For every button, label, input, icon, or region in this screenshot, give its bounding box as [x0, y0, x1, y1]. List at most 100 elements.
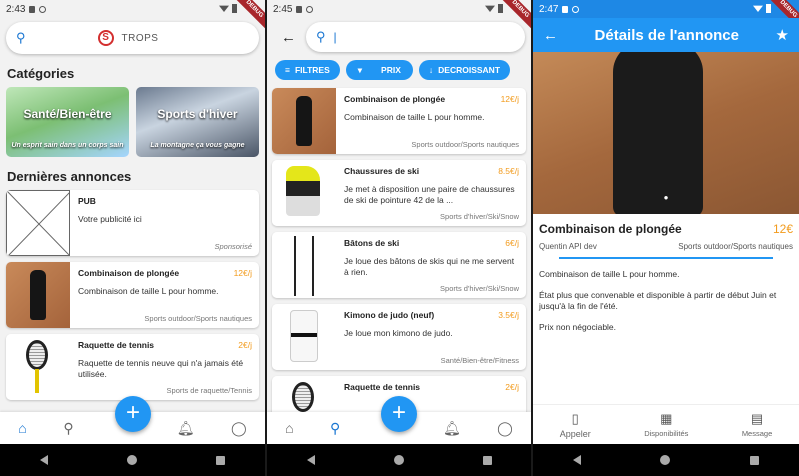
wifi-icon — [219, 5, 229, 12]
recents-icon[interactable] — [750, 455, 760, 465]
result-card[interactable]: Chaussures de ski 8.5€/j Je met à dispos… — [272, 160, 526, 226]
ad-category: Sports outdoor/Sports nautiques — [411, 140, 519, 149]
filter-button[interactable]: ≡ FILTRES — [275, 60, 340, 80]
back-icon[interactable] — [39, 455, 48, 465]
back-arrow-icon[interactable]: ← — [281, 29, 296, 46]
ad-title: Kimono de judo (neuf) — [344, 310, 435, 320]
category-card-sports-hiver[interactable]: Sports d'hiver La montagne ça vous gagne — [136, 87, 259, 157]
chip-label: PRIX — [381, 65, 401, 75]
ad-price: 2€/j — [505, 382, 519, 392]
ad-price: 3.5€/j — [498, 310, 519, 320]
result-card[interactable]: Bâtons de ski 6€/j Je loue des bâtons de… — [272, 232, 526, 298]
ad-desc: Raquette de tennis neuve qui n'a jamais … — [78, 358, 244, 380]
sd-card-icon — [296, 5, 303, 13]
back-icon[interactable] — [306, 455, 315, 465]
chip-label: FILTRES — [294, 65, 330, 75]
status-bar: 2:45 DEBUG — [267, 0, 531, 34]
category-card-sante[interactable]: Santé/Bien-être Un esprit sain dans un c… — [6, 87, 129, 157]
app-bar: ← Détails de l'annonce ★ — [533, 18, 799, 52]
arrow-down-icon: ↓ — [428, 65, 434, 75]
ad-image — [272, 304, 336, 370]
category-subtitle: La montagne ça vous gagne — [150, 142, 245, 149]
ad-desc: Je loue des bâtons de skis qui ne me ser… — [344, 256, 515, 278]
wifi-icon — [485, 5, 495, 12]
search-icon[interactable]: ⚲ — [63, 420, 73, 437]
system-nav — [0, 444, 265, 476]
category-title: Santé/Bien-être — [23, 107, 112, 121]
profile-icon[interactable]: ◯ — [497, 420, 513, 437]
home-icon[interactable]: ⌂ — [18, 420, 26, 436]
message-icon: ▤ — [750, 411, 764, 426]
ad-category: Sports d'hiver/Ski/Snow — [440, 212, 519, 221]
ad-detail-screen: 2:47 DEBUG ← Détails de l'annonce ★ ● Co… — [533, 0, 799, 476]
sd-card-icon — [562, 5, 569, 13]
search-bar[interactable]: ⚲ S TROPS — [6, 22, 259, 54]
add-ad-button[interactable]: + — [381, 396, 417, 432]
home-button-icon[interactable] — [660, 455, 671, 465]
home-button-icon[interactable] — [393, 455, 404, 465]
back-arrow-icon[interactable]: ← — [543, 27, 558, 44]
result-card[interactable]: Combinaison de plongée 12€/j Combinaison… — [272, 88, 526, 154]
ad-photo-carousel[interactable]: ● — [533, 52, 799, 214]
status-time: 2:45 — [273, 3, 293, 15]
ad-desc-line1: Combinaison de taille L pour homme. — [539, 269, 680, 279]
battery-icon — [766, 4, 771, 13]
battery-icon — [232, 4, 237, 13]
category-subtitle: Un esprit sain dans un corps sain — [11, 142, 124, 149]
brand-name: TROPS — [121, 32, 159, 44]
back-icon[interactable] — [572, 455, 581, 465]
filter-icon: ≡ — [285, 65, 290, 75]
ad-desc: Je met à disposition une paire de chauss… — [344, 184, 515, 206]
recents-icon[interactable] — [216, 455, 226, 465]
filter-bar: ≡ FILTRES ▾ PRIX ↓ DECROISSANT — [267, 52, 531, 80]
star-icon[interactable]: ★ — [776, 26, 789, 44]
ad-price: 12€/j — [500, 94, 519, 104]
home-button-icon[interactable] — [126, 455, 137, 465]
divider — [559, 257, 773, 259]
ad-image — [272, 88, 336, 154]
sd-card-icon — [29, 5, 36, 13]
search-icon[interactable]: ⚲ — [16, 30, 26, 46]
ad-category: Sports outdoor/Sports nautiques — [144, 314, 252, 323]
ad-category: Sports outdoor/Sports nautiques — [678, 242, 793, 251]
call-button[interactable]: ▯ Appeler — [560, 411, 591, 439]
ad-card-pub[interactable]: PUB Votre publicité ici Sponsorisé — [6, 190, 259, 256]
search-icon[interactable]: ⚲ — [330, 420, 340, 437]
ad-image — [272, 160, 336, 226]
owner-name[interactable]: Quentin API dev — [539, 242, 597, 251]
ad-price: 6€/j — [505, 238, 519, 248]
profile-icon[interactable]: ◯ — [231, 420, 247, 437]
wifi-icon — [753, 5, 763, 12]
ad-card[interactable]: Combinaison de plongée 12€/j Combinaison… — [6, 262, 259, 328]
sort-order-button[interactable]: ↓ DECROISSANT — [418, 60, 511, 80]
ad-price: 12€ — [772, 222, 793, 236]
ad-desc: Combinaison de taille L pour homme. — [78, 286, 219, 296]
ad-title: Raquette de tennis — [344, 382, 421, 392]
action-label: Appeler — [559, 428, 591, 439]
search-bar[interactable]: ⚲ | — [306, 22, 525, 52]
ad-desc: Je loue mon kimono de judo. — [344, 328, 453, 338]
sort-price-button[interactable]: ▾ PRIX — [345, 60, 413, 80]
home-screen: 2:43 DEBUG ⚲ S TROPS Catégories Santé/Bi… — [0, 0, 265, 476]
ad-title: Raquette de tennis — [78, 340, 155, 350]
bell-icon[interactable]: 🔔︎ — [177, 420, 195, 437]
ad-title: PUB — [78, 196, 96, 206]
ad-category: Sports d'hiver/Ski/Snow — [440, 284, 519, 293]
recents-icon[interactable] — [482, 455, 492, 465]
bell-icon[interactable]: 🔔︎ — [443, 420, 461, 437]
ad-card[interactable]: Raquette de tennis 2€/j Raquette de tenn… — [6, 334, 259, 400]
ad-desc-line2: État plus que convenable et disponible à… — [539, 290, 777, 312]
add-ad-button[interactable]: + — [115, 396, 151, 432]
action-label: Disponibilités — [644, 429, 689, 438]
latest-heading: Dernières annonces — [7, 169, 132, 184]
search-input[interactable]: | — [334, 30, 337, 44]
search-screen: 2:45 DEBUG ← ⚲ | ≡ FILTRES ▾ PRIX ↓ DECROIS… — [267, 0, 531, 476]
home-icon[interactable]: ⌂ — [285, 420, 293, 436]
search-icon: ⚲ — [316, 29, 326, 44]
battery-icon — [498, 4, 503, 13]
availability-button[interactable]: ▦ Disponibilités — [644, 411, 688, 438]
result-card[interactable]: Kimono de judo (neuf) 3.5€/j Je loue mon… — [272, 304, 526, 370]
action-bar: ▯ Appeler ▦ Disponibilités ▤ Message — [533, 404, 799, 444]
message-button[interactable]: ▤ Message — [742, 411, 772, 438]
status-time: 2:43 — [6, 3, 26, 15]
